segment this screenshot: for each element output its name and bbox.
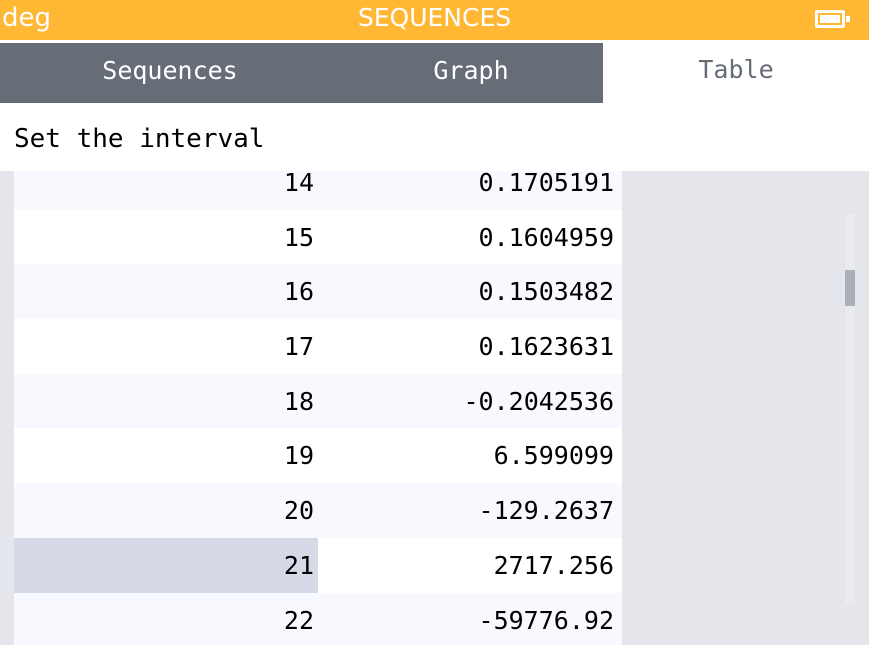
u-value-cell[interactable]: 0.1705191 <box>318 171 622 210</box>
table-row[interactable]: 14 0.1705191 <box>14 171 622 210</box>
set-interval-button[interactable]: Set the interval <box>0 103 869 171</box>
table-row[interactable]: 17 0.1623631 <box>14 319 622 374</box>
set-interval-label: Set the interval <box>14 124 265 154</box>
n-cell[interactable]: 20 <box>14 483 318 538</box>
n-cell[interactable]: 22 <box>14 593 318 645</box>
battery-icon <box>815 10 850 28</box>
table-row[interactable]: 18 -0.2042536 <box>14 373 622 429</box>
table-body: 14 0.1705191 15 0.1604959 16 0.1503482 17 0.162… <box>14 171 622 645</box>
values-table: 14 0.1705191 15 0.1604959 16 0.1503482 17 0.162… <box>0 171 869 645</box>
u-value-cell[interactable]: 0.1623631 <box>318 319 622 374</box>
table-scrollbar[interactable] <box>845 214 855 605</box>
n-cell[interactable]: 17 <box>14 319 318 374</box>
table-row[interactable]: 19 6.599099 <box>14 428 622 484</box>
n-cell[interactable]: 19 <box>14 428 318 483</box>
sequences-app: deg SEQUENCES Sequences Graph Table Set … <box>0 0 869 645</box>
u-value-cell[interactable]: 0.1604959 <box>318 210 622 265</box>
n-cell[interactable]: 14 <box>14 171 318 210</box>
table-row[interactable]: 16 0.1503482 <box>14 264 622 320</box>
tab-sequences[interactable]: Sequences <box>0 43 340 103</box>
table-row[interactable]: 22 -59776.92 <box>14 592 622 645</box>
table-row[interactable]: 15 0.1604959 <box>14 209 622 265</box>
u-value-cell[interactable]: 0.1503482 <box>318 264 622 319</box>
tab-table[interactable]: Table <box>603 40 869 103</box>
table-row[interactable]: 21 2717.256 <box>14 537 622 593</box>
u-value-cell[interactable]: 2717.256 <box>318 538 622 593</box>
tab-bar: Sequences Graph Table <box>0 40 869 103</box>
n-cell[interactable]: 15 <box>14 210 318 265</box>
table-row[interactable]: 20 -129.2637 <box>14 483 622 538</box>
u-value-cell[interactable]: -59776.92 <box>318 593 622 645</box>
app-title: SEQUENCES <box>357 3 512 32</box>
status-bar: deg SEQUENCES <box>0 0 869 40</box>
tab-graph[interactable]: Graph <box>340 43 602 103</box>
n-cell[interactable]: 18 <box>14 374 318 429</box>
u-value-cell[interactable]: -0.2042536 <box>318 374 622 429</box>
u-value-cell[interactable]: 6.599099 <box>318 428 622 483</box>
n-cell[interactable]: 21 <box>14 537 318 593</box>
scrollbar-thumb[interactable] <box>845 270 855 306</box>
u-value-cell[interactable]: -129.2637 <box>318 483 622 538</box>
n-cell[interactable]: 16 <box>14 264 318 319</box>
